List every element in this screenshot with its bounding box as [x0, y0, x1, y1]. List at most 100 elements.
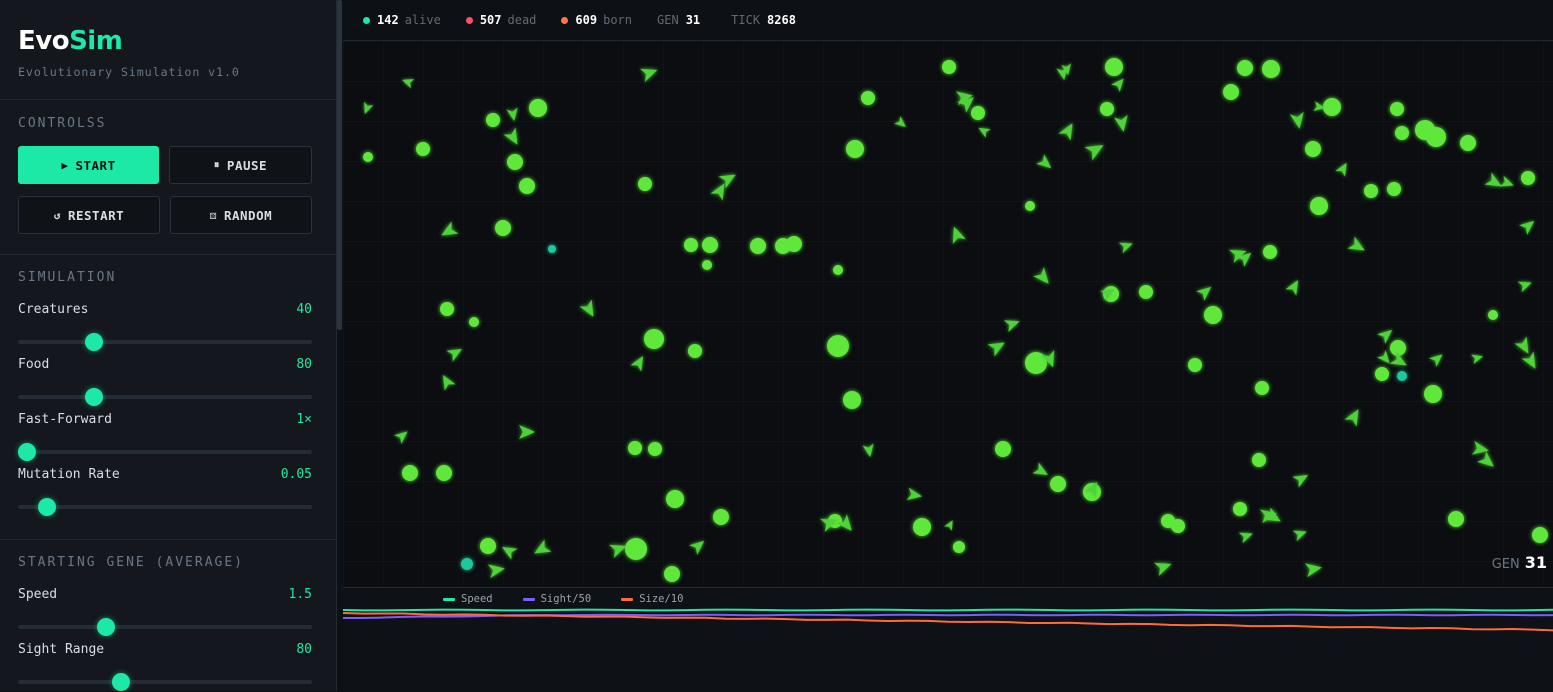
creature [1335, 162, 1347, 177]
legend-sight: Sight/50 [522, 593, 591, 605]
world-canvas[interactable] [343, 41, 1553, 586]
food-pellet [1532, 527, 1548, 543]
speed-label: Speed [18, 587, 58, 602]
food-pellet [1223, 84, 1239, 100]
speed-slider-thumb[interactable] [97, 618, 116, 636]
fast-forward-slider[interactable] [17, 443, 312, 461]
creatures-slider[interactable] [18, 333, 312, 351]
creature [487, 564, 505, 579]
food-pellet [416, 142, 430, 156]
creature [640, 68, 658, 82]
fast-forward-slider-thumb[interactable] [17, 443, 36, 461]
food-pellet [971, 106, 985, 120]
creature [1058, 123, 1073, 141]
mutation-rate-value: 0.05 [280, 467, 312, 482]
food-pellet [1171, 519, 1185, 533]
food-pellet [495, 220, 511, 236]
sight-range-label: Sight Range [18, 642, 105, 657]
mutation-rate-slider-thumb[interactable] [38, 498, 57, 516]
food-pellet [1387, 182, 1401, 196]
app-title: EvoSim [18, 26, 123, 56]
tick-label: TICK [731, 13, 761, 27]
food-label: Food [18, 357, 50, 372]
food-pellet [995, 441, 1011, 457]
legend-size-label: Size/10 [639, 593, 684, 605]
legend-sight-swatch [522, 597, 535, 601]
food-pellet [644, 329, 664, 349]
food-pellet [1025, 201, 1035, 211]
food-pellet [1204, 306, 1222, 324]
food-pellet [1100, 102, 1114, 116]
controls-title: CONTROLSS [18, 116, 107, 131]
food-pellet [1139, 285, 1153, 299]
food-pellet [684, 238, 698, 252]
food-pellet [1188, 358, 1202, 372]
dice-icon: ⚄ [209, 208, 217, 222]
food-pellet [486, 113, 500, 127]
app-subtitle: Evolutionary Simulation v1.0 [18, 65, 240, 79]
special-creature [548, 245, 556, 253]
start-button[interactable]: ▶ START [18, 146, 159, 184]
creature [1036, 154, 1052, 169]
creature [1470, 354, 1484, 365]
food-pellet [1103, 286, 1119, 302]
creature [442, 374, 456, 391]
food-pellet [702, 237, 718, 253]
speed-slider[interactable] [18, 618, 312, 636]
generation-overlay: GEN 31 [1492, 553, 1547, 572]
sight-range-slider[interactable] [18, 673, 312, 691]
food-pellet [1050, 476, 1066, 492]
speed-series-line [343, 608, 1553, 612]
creature [1238, 532, 1253, 544]
food-pellet [1262, 60, 1280, 78]
creature [1285, 279, 1299, 296]
dead-count: 507 [479, 13, 502, 27]
creature [1377, 329, 1393, 344]
sight-range-slider-thumb[interactable] [111, 673, 130, 691]
gen-stat: GEN 31 [657, 13, 706, 27]
stats-bar: 142 alive 507 dead 609 born GEN 31 TICK … [343, 0, 1553, 41]
tick-stat: TICK 8268 [731, 13, 802, 27]
creature [987, 342, 1005, 357]
creature [1519, 220, 1535, 235]
food-layer [363, 58, 1548, 582]
born-label: born [603, 13, 632, 27]
restart-button[interactable]: ↺ RESTART [18, 196, 160, 234]
gen-label: GEN [657, 13, 679, 27]
food-pellet [953, 541, 965, 553]
food-pellet [1488, 310, 1498, 320]
simulation-world[interactable]: GEN 31 [343, 41, 1553, 586]
creature [534, 539, 552, 554]
food-pellet [1310, 197, 1328, 215]
food-pellet [1424, 385, 1442, 403]
food-pellet [648, 442, 662, 456]
food-pellet [1395, 126, 1409, 140]
legend-size-swatch [621, 597, 634, 601]
food-pellet [664, 566, 680, 582]
food-pellet [827, 335, 849, 357]
food-pellet [625, 538, 647, 560]
mutation-rate-slider[interactable] [18, 498, 312, 516]
sight-range-value: 80 [296, 642, 312, 657]
pause-label: PAUSE [226, 157, 268, 173]
food-pellet [363, 152, 373, 162]
creature [1289, 111, 1304, 129]
random-button[interactable]: ⚄ RANDOM [170, 196, 312, 234]
food-pellet [469, 317, 479, 327]
pause-button[interactable]: ⏸ PAUSE [169, 146, 312, 184]
food-pellet [402, 465, 418, 481]
starting-gene-section: STARTING GENE (AVERAGE) Speed 1.5 Sight … [0, 540, 336, 691]
food-slider-thumb[interactable] [85, 388, 104, 406]
creatures-slider-thumb[interactable] [85, 333, 104, 351]
creature [1477, 451, 1494, 467]
creature [906, 487, 922, 501]
sidebar-scrollbar[interactable] [337, 0, 342, 330]
food-pellet [1252, 453, 1266, 467]
food-pellet [1083, 483, 1101, 501]
dead-label: dead [507, 13, 537, 27]
creature [446, 348, 463, 362]
food-pellet [843, 391, 861, 409]
alive-count: 142 [377, 13, 399, 27]
creature [952, 226, 966, 244]
food-slider[interactable] [18, 388, 312, 406]
